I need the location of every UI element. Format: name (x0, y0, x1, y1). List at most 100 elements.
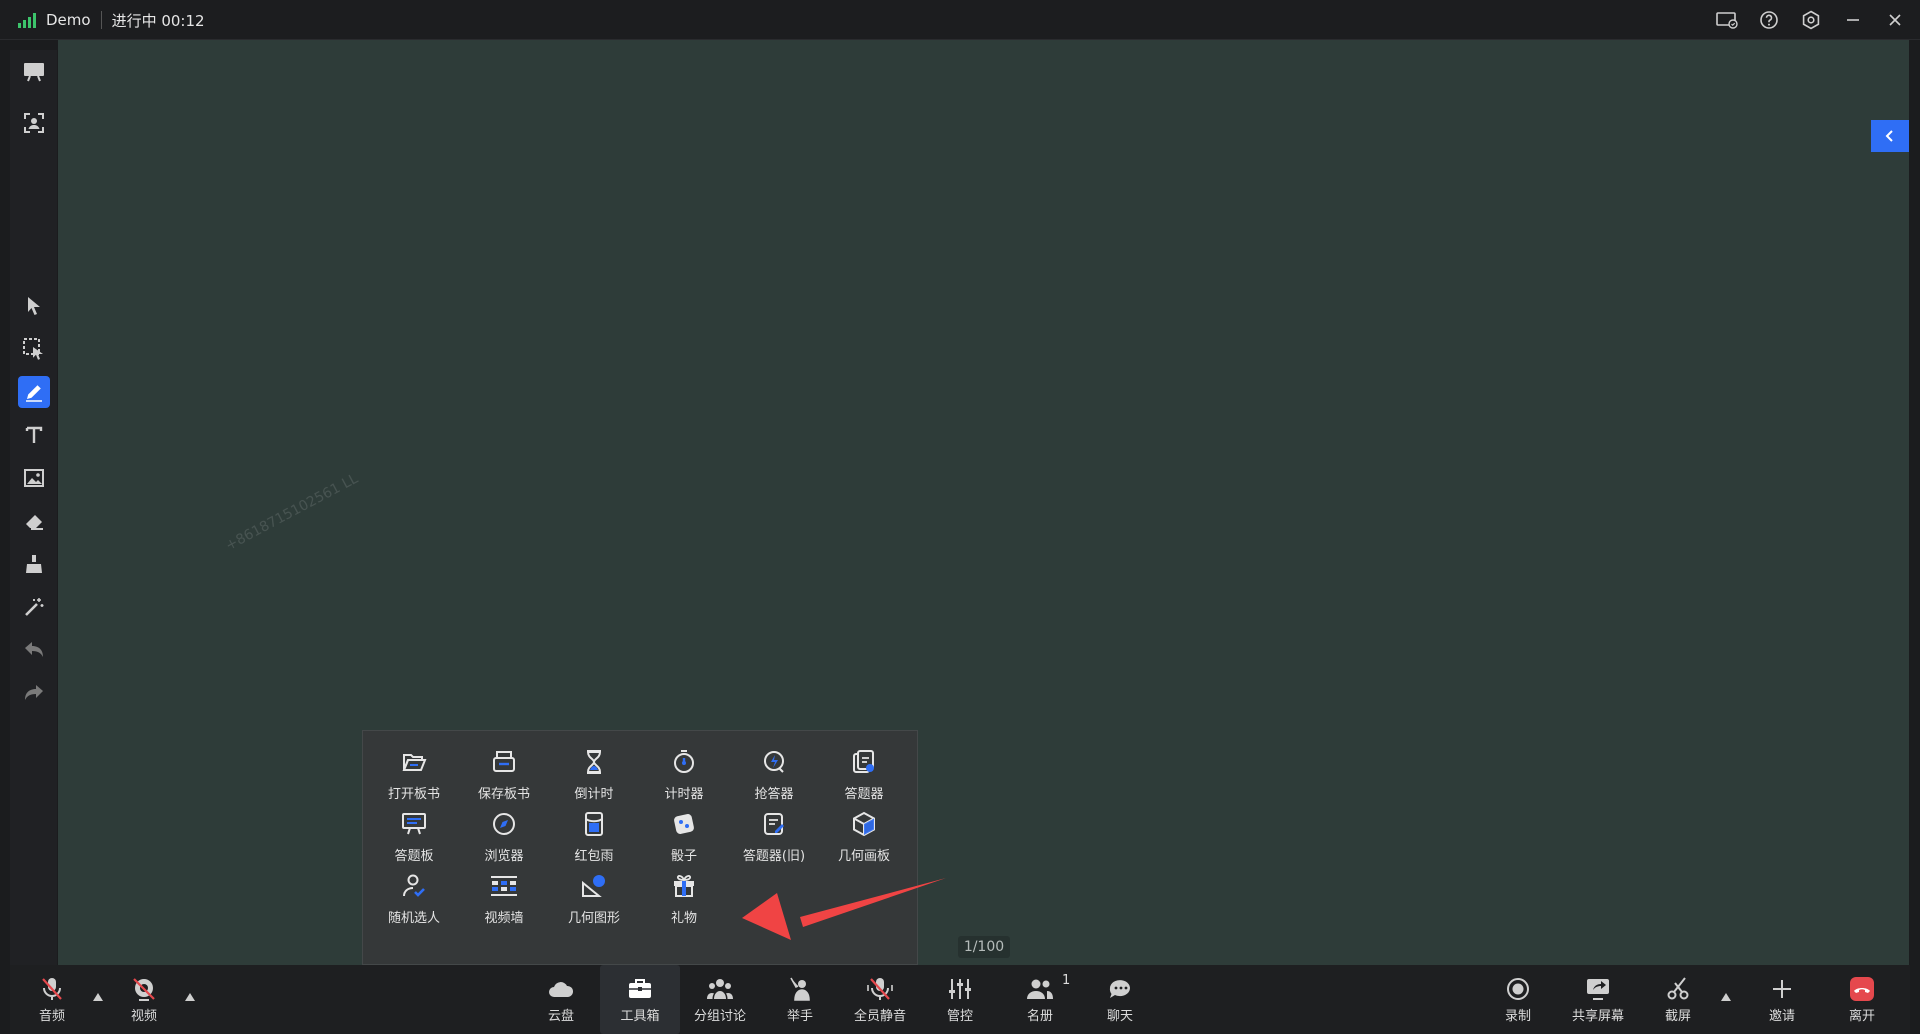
geometry-shape-icon (577, 869, 611, 903)
magic-wand-icon[interactable] (18, 591, 50, 623)
toolbox-item-gift[interactable]: 礼物 (639, 869, 729, 933)
video-label: 视频 (130, 1009, 157, 1024)
title-bar-left: Demo 进行中 00:12 (18, 0, 205, 40)
toolbox-button[interactable]: 工具箱 (600, 965, 680, 1034)
invite-button[interactable]: 邀请 (1744, 965, 1820, 1034)
toolbox-label: 工具箱 (620, 1009, 660, 1024)
collapse-panel-button[interactable] (1871, 120, 1909, 152)
share-screen-label: 共享屏幕 (1571, 1009, 1624, 1024)
toolbox-item-video-wall[interactable]: 视频墙 (459, 869, 549, 933)
mute-all-button[interactable]: 全员静音 (842, 965, 918, 1034)
video-options-caret-icon[interactable] (185, 993, 195, 1001)
screenshot-button[interactable]: 截屏 (1640, 965, 1716, 1034)
toolbox-item-browser[interactable]: 浏览器 (459, 807, 549, 871)
toolbox-item-timer[interactable]: 计时器 (639, 745, 729, 809)
toolbox-item-label: 随机选人 (387, 911, 440, 926)
toolbox-item-answer-device-old[interactable]: 答题器(旧) (729, 807, 819, 871)
screen-cast-icon[interactable] (1716, 9, 1738, 31)
compass-icon (487, 807, 521, 841)
close-icon[interactable] (1884, 9, 1906, 31)
toolbox-item-red-packet-rain[interactable]: 红包雨 (549, 807, 639, 871)
toolbox-item-label: 几何画板 (837, 849, 890, 864)
group-discussion-label: 分组讨论 (693, 1009, 746, 1024)
whiteboard-icon[interactable] (18, 56, 50, 88)
toolbox-item-geometry-board[interactable]: 几何画板 (819, 807, 909, 871)
toolbox-item-label: 浏览器 (484, 849, 524, 864)
video-button[interactable]: 视频 (106, 965, 182, 1034)
record-icon (1504, 975, 1532, 1003)
toolbox-item-geometry-shape[interactable]: 几何图形 (549, 869, 639, 933)
toolbox-item-label: 答题器 (844, 787, 884, 802)
toolbox-item-open-board[interactable]: 打开板书 (369, 745, 459, 809)
app-name: Demo (46, 11, 91, 29)
toolbox-item-label: 红包雨 (574, 849, 614, 864)
toolbox-item-countdown[interactable]: 倒计时 (549, 745, 639, 809)
toolbox-item-answer-board[interactable]: 答题板 (369, 807, 459, 871)
mute-all-label: 全员静音 (853, 1009, 906, 1024)
answer-board-icon (397, 807, 431, 841)
gift-icon (667, 869, 701, 903)
toolbox-item-label: 打开板书 (387, 787, 440, 802)
toolbox-item-label: 答题器(旧) (742, 849, 806, 864)
control-button[interactable]: 管控 (922, 965, 998, 1034)
toolbox-item-dice[interactable]: 骰子 (639, 807, 729, 871)
toolbox-item-label: 计时器 (664, 787, 704, 802)
help-icon[interactable] (1758, 9, 1780, 31)
cloud-drive-button[interactable]: 云盘 (523, 965, 599, 1034)
leave-button[interactable]: 离开 (1824, 965, 1900, 1034)
red-packet-icon (577, 807, 611, 841)
eraser-icon[interactable] (18, 505, 50, 537)
video-wall-icon (487, 869, 521, 903)
toolbox-item-label: 保存板书 (477, 787, 530, 802)
roster-people-icon (1026, 975, 1054, 1003)
cloud-icon (547, 975, 575, 1003)
chat-button[interactable]: 聊天 (1082, 965, 1158, 1034)
raise-hand-icon (786, 975, 814, 1003)
sliders-icon (946, 975, 974, 1003)
watermark-text: +8618715102561 LL (223, 470, 361, 555)
screenshot-options-caret-icon[interactable] (1721, 993, 1731, 1001)
toolbox-item-save-board[interactable]: 保存板书 (459, 745, 549, 809)
page-indicator[interactable]: 1/100 (958, 936, 1010, 958)
undo-icon[interactable] (18, 634, 50, 666)
audio-button[interactable]: 音频 (14, 965, 90, 1034)
chevron-left-icon (1885, 130, 1893, 142)
group-discussion-button[interactable]: 分组讨论 (682, 965, 758, 1034)
redo-icon[interactable] (18, 677, 50, 709)
control-label: 管控 (946, 1009, 973, 1024)
minimize-icon[interactable] (1842, 9, 1864, 31)
cube-icon (847, 807, 881, 841)
dice-icon (667, 807, 701, 841)
whiteboard-canvas[interactable]: +8618715102561 LL (58, 40, 1909, 965)
record-label: 录制 (1504, 1009, 1531, 1024)
toolbox-item-label: 骰子 (670, 849, 697, 864)
settings-gear-icon[interactable] (1800, 9, 1822, 31)
record-button[interactable]: 录制 (1480, 965, 1556, 1034)
select-pointer-icon[interactable] (18, 290, 50, 322)
pen-tool-icon[interactable] (18, 376, 50, 408)
chat-label: 聊天 (1106, 1009, 1133, 1024)
hang-up-icon (1848, 975, 1876, 1003)
image-tool-icon[interactable] (18, 462, 50, 494)
toolbox-item-label: 礼物 (670, 911, 697, 926)
signal-strength-icon (18, 12, 36, 28)
clear-broom-icon[interactable] (18, 548, 50, 580)
toolbox-panel: 打开板书 保存板书 倒计时 计时器 抢答器 答题器 答题板 浏览器 红包雨 骰子… (362, 730, 918, 965)
toolbox-item-random-pick[interactable]: 随机选人 (369, 869, 459, 933)
answer-sheet-icon (847, 745, 881, 779)
buzzer-icon (757, 745, 791, 779)
toolbox-item-buzzer[interactable]: 抢答器 (729, 745, 819, 809)
invite-label: 邀请 (1768, 1009, 1795, 1024)
toolbox-item-answer-device[interactable]: 答题器 (819, 745, 909, 809)
text-tool-icon[interactable] (18, 419, 50, 451)
meeting-status: 进行中 00:12 (111, 11, 205, 30)
window-controls (1716, 0, 1906, 40)
group-people-icon (706, 975, 734, 1003)
toolbox-item-label: 抢答器 (754, 787, 794, 802)
raise-hand-button[interactable]: 举手 (762, 965, 838, 1034)
face-focus-icon[interactable] (18, 107, 50, 139)
share-screen-button[interactable]: 共享屏幕 (1560, 965, 1636, 1034)
audio-options-caret-icon[interactable] (93, 993, 103, 1001)
area-select-icon[interactable] (18, 333, 50, 365)
bottom-toolbar: 音频 视频 云盘 工具箱 分组讨论 举手 全员静音 管控 名册 1 聊天 录制 (10, 965, 1910, 1034)
